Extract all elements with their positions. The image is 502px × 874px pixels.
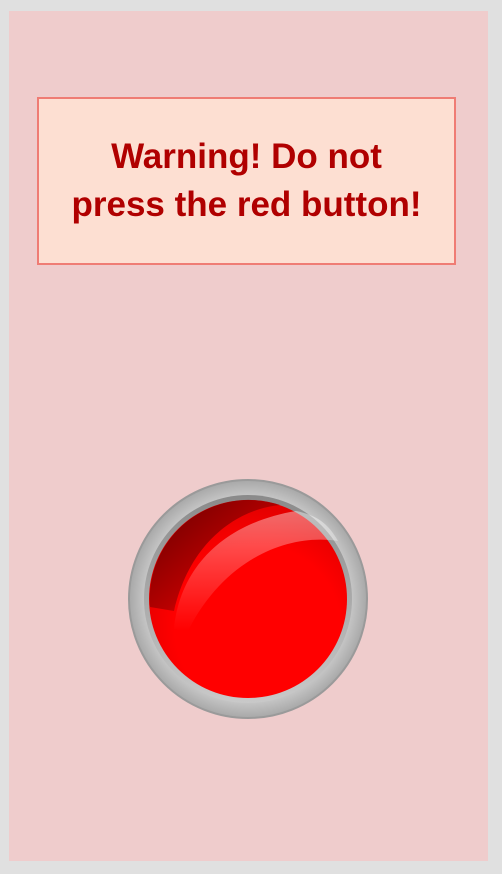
big-red-button-icon — [128, 479, 368, 719]
red-button[interactable] — [128, 479, 368, 719]
warning-line-2: press the red button! — [71, 185, 422, 224]
app-panel: Warning! Do not press the red button! — [9, 11, 488, 861]
warning-banner: Warning! Do not press the red button! — [37, 97, 456, 265]
warning-line-1: Warning! Do not — [111, 137, 382, 176]
warning-message: Warning! Do not press the red button! — [55, 133, 437, 229]
